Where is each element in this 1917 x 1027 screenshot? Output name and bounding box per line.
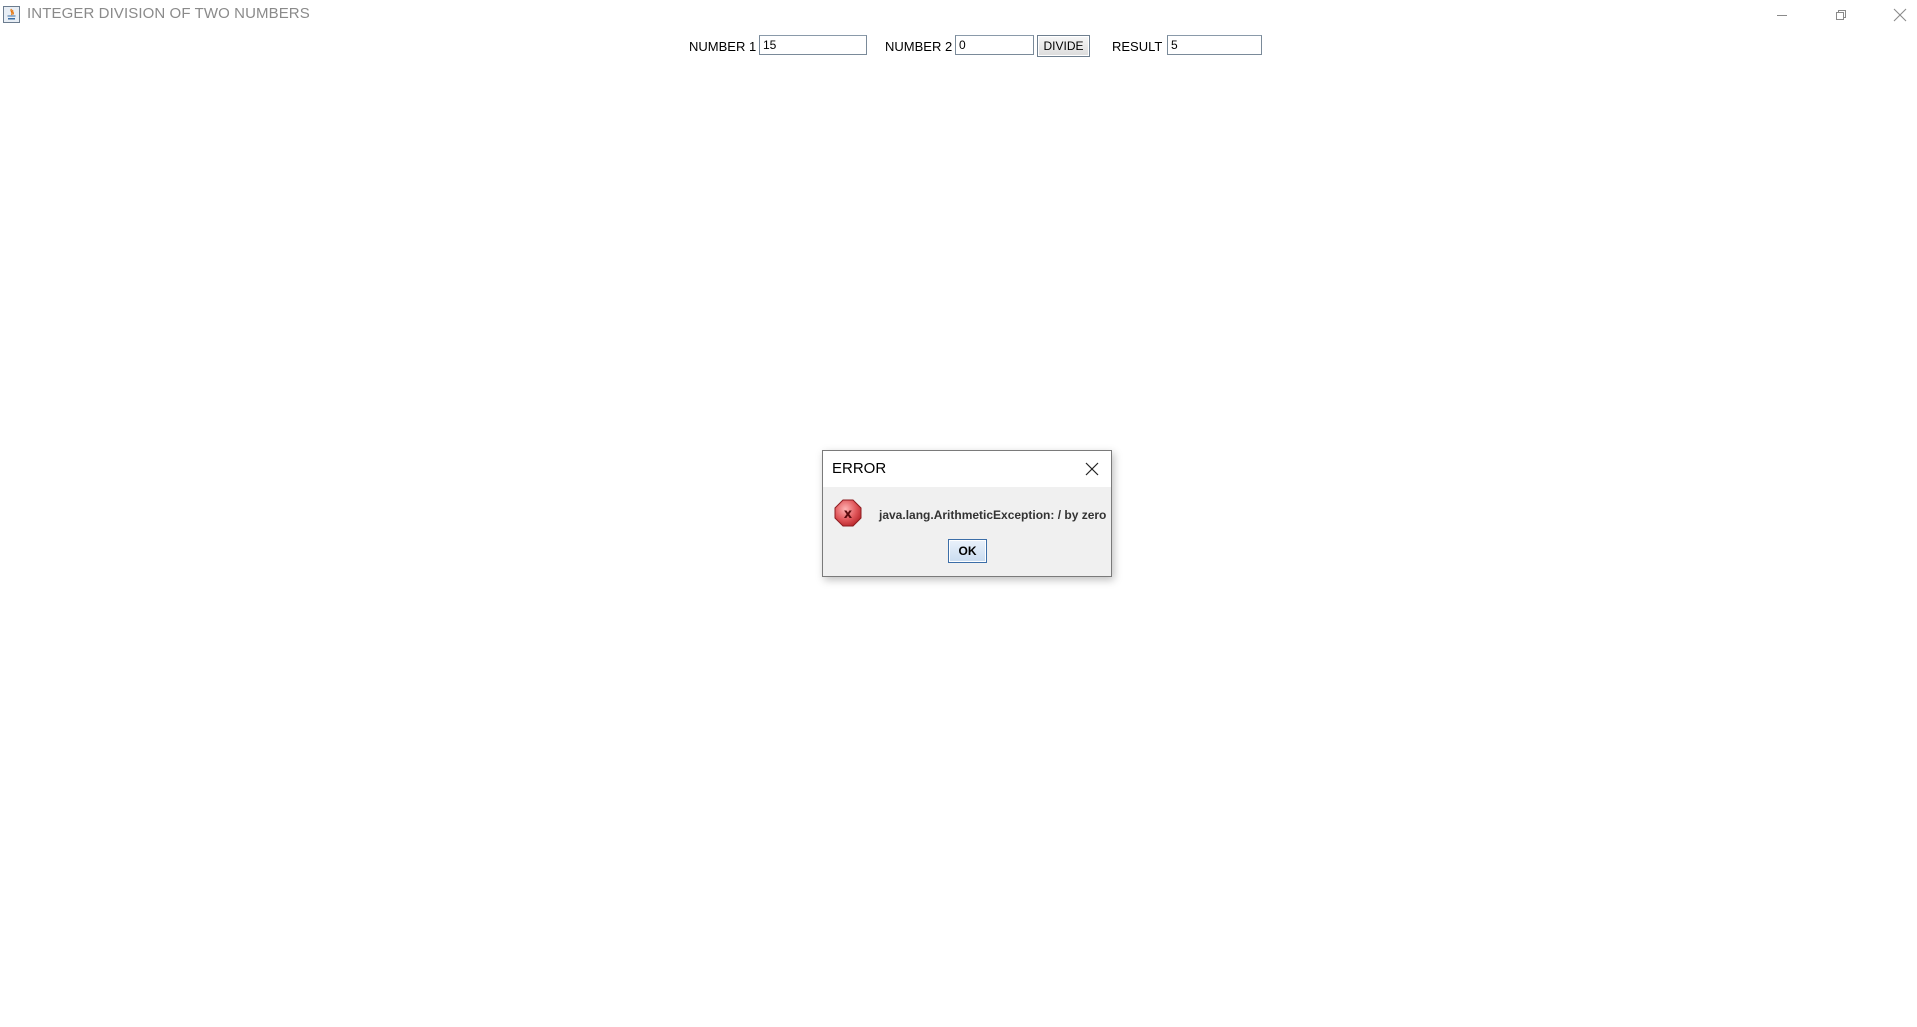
number2-label: NUMBER 2 xyxy=(885,39,953,54)
divide-button[interactable]: DIVIDE xyxy=(1037,35,1090,57)
title-bar: INTEGER DIVISION OF TWO NUMBERS xyxy=(0,0,1917,30)
minimize-icon xyxy=(1777,15,1787,16)
java-icon xyxy=(3,6,20,23)
window-title: INTEGER DIVISION OF TWO NUMBERS xyxy=(27,5,310,22)
error-icon: x xyxy=(834,499,862,527)
app-window: INTEGER DIVISION OF TWO NUMBERS NUMBER 1… xyxy=(0,0,1917,1027)
close-icon xyxy=(1893,8,1907,22)
error-message: java.lang.ArithmeticException: / by zero xyxy=(879,508,1107,522)
number1-label: NUMBER 1 xyxy=(689,39,757,54)
number1-field[interactable] xyxy=(759,35,867,55)
ok-button[interactable]: OK xyxy=(948,539,987,563)
dialog-title: ERROR xyxy=(832,460,887,477)
input-row: NUMBER 1 NUMBER 2 DIVIDE RESULT xyxy=(0,35,1917,59)
dialog-close-icon[interactable] xyxy=(1083,460,1101,478)
svg-text:x: x xyxy=(844,507,853,522)
error-dialog: ERROR x java.lang.ArithmeticException: /… xyxy=(822,450,1112,577)
maximize-button[interactable] xyxy=(1818,0,1864,30)
maximize-icon xyxy=(1836,10,1846,20)
dialog-titlebar: ERROR xyxy=(823,451,1111,487)
minimize-button[interactable] xyxy=(1759,0,1805,30)
result-field[interactable] xyxy=(1167,35,1262,55)
close-button[interactable] xyxy=(1877,0,1917,30)
number2-field[interactable] xyxy=(955,35,1034,55)
result-label: RESULT xyxy=(1112,39,1163,54)
